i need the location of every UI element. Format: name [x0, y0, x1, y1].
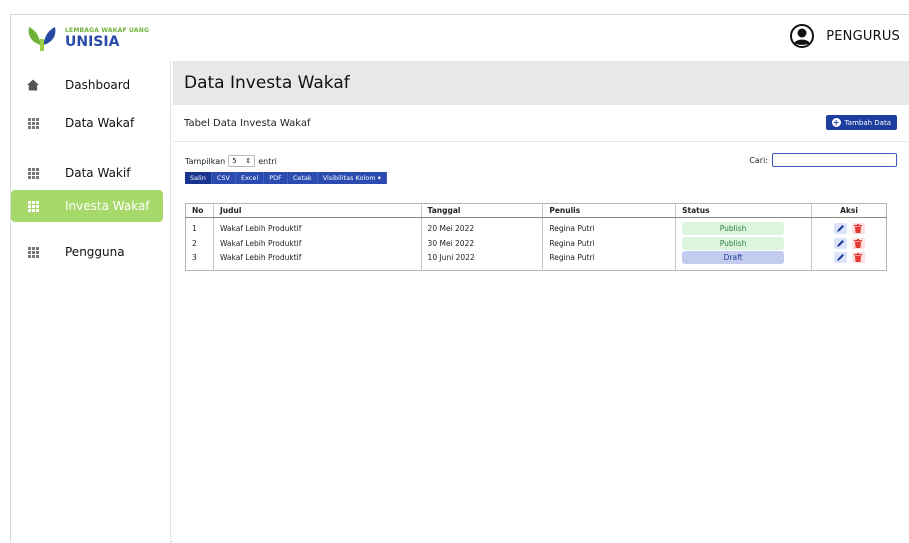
divider: [173, 141, 909, 142]
user-avatar-icon: [790, 24, 815, 48]
cell-penulis: Regina Putri: [542, 217, 676, 235]
status-badge: Draft: [682, 251, 785, 264]
cell-status: Draft: [675, 251, 812, 271]
cell-judul: Wakaf Lebih Produktif: [212, 251, 422, 271]
table-header-row: No Judul Tanggal Penulis Status Aksi: [185, 203, 887, 218]
user-menu[interactable]: PENGURUS: [790, 24, 900, 48]
grid-icon: [27, 117, 39, 129]
edit-button[interactable]: [833, 252, 847, 263]
cell-no: 2: [192, 238, 197, 248]
column-header-judul[interactable]: Judul: [212, 203, 422, 218]
table-card: Tabel Data Investa Wakaf + Tambah Data T…: [173, 105, 909, 543]
edit-button[interactable]: [833, 237, 847, 249]
excel-button[interactable]: Excel: [235, 172, 265, 184]
sidebar: Dashboard Data Wakaf Data Wakif Investa …: [11, 61, 171, 543]
cell-tanggal: 10 Juni 2022: [420, 251, 543, 271]
page-length-select[interactable]: 5 ⇕: [228, 155, 256, 167]
card-title: Tabel Data Investa Wakaf: [184, 118, 311, 129]
search-control: Cari:: [749, 153, 897, 167]
status-badge: Publish: [682, 222, 785, 235]
sidebar-item-investa-wakaf[interactable]: Investa Wakaf: [11, 190, 163, 222]
grid-icon: [27, 167, 39, 179]
cell-penulis: Regina Putri: [542, 235, 676, 251]
cell-judul: Wakaf Lebih Produktif: [212, 217, 422, 235]
sidebar-item-label: Dashboard: [65, 78, 131, 92]
search-label: Cari:: [749, 155, 768, 165]
entries-label: entri: [258, 156, 277, 166]
grid-icon: [27, 200, 39, 212]
cell-aksi: [811, 235, 887, 251]
sidebar-item-label: Data Wakaf: [65, 116, 135, 130]
page-title: Data Investa Wakaf: [184, 73, 350, 93]
sidebar-item-data-wakif[interactable]: Data Wakif: [11, 157, 163, 189]
page-length-control: Tampilkan 5 ⇕ entri: [185, 155, 277, 167]
delete-button[interactable]: [851, 237, 865, 249]
plus-icon: +: [831, 118, 841, 127]
pencil-icon: [836, 239, 844, 247]
page-length-value: 5: [232, 157, 237, 165]
status-badge: Publish: [682, 236, 785, 250]
add-data-label: Tambah Data: [844, 118, 891, 127]
brand-logo[interactable]: LEMBAGA WAKAF UANG UNISIA: [25, 23, 149, 53]
delete-button[interactable]: [851, 223, 865, 234]
column-header-aksi[interactable]: Aksi: [811, 203, 887, 218]
column-header-no[interactable]: No: [185, 203, 214, 218]
export-buttons: Salin CSV Excel PDF Cetak Visibilitas Ko…: [185, 172, 387, 184]
cell-no: 3: [192, 253, 197, 262]
main-content: Data Investa Wakaf Tabel Data Investa Wa…: [173, 61, 909, 543]
show-label: Tampilkan: [185, 156, 226, 166]
column-header-status[interactable]: Status: [675, 203, 812, 218]
column-header-penulis[interactable]: Penulis: [542, 203, 676, 218]
trash-icon: [854, 224, 863, 233]
cell-no: 1: [192, 224, 197, 233]
cell-status: Publish: [675, 217, 812, 235]
page-header: Data Investa Wakaf: [173, 61, 909, 105]
cell-penulis: Regina Putri: [542, 251, 676, 271]
grid-icon: [27, 246, 39, 258]
sidebar-item-pengguna[interactable]: Pengguna: [11, 236, 163, 268]
logo-icon: [25, 23, 59, 53]
csv-button[interactable]: CSV: [211, 172, 236, 184]
cell-aksi: [811, 217, 887, 235]
home-icon: [27, 79, 39, 91]
sidebar-item-label: Investa Wakaf: [65, 199, 150, 213]
add-data-button[interactable]: + Tambah Data: [825, 115, 897, 130]
sidebar-item-label: Pengguna: [65, 245, 125, 259]
table-row: 1 Wakaf Lebih Produktif 20 Mei 2022 Regi…: [186, 217, 887, 235]
sidebar-item-dashboard[interactable]: Dashboard: [11, 69, 163, 101]
trash-icon: [854, 238, 863, 248]
cell-tanggal: 20 Mei 2022: [420, 217, 543, 235]
table-row: 2 Wakaf Lebih Produktif 30 Mei 2022 Regi…: [186, 235, 887, 251]
search-input[interactable]: [772, 153, 897, 167]
delete-button[interactable]: [851, 252, 865, 263]
cell-status: Publish: [675, 235, 812, 251]
cell-tanggal: 30 Mei 2022: [420, 235, 543, 251]
sidebar-item-label: Data Wakif: [65, 166, 131, 180]
cell-judul: Wakaf Lebih Produktif: [212, 235, 422, 251]
pencil-icon: [836, 254, 844, 261]
print-button[interactable]: Cetak: [287, 172, 318, 184]
cell-aksi: [811, 251, 887, 271]
sidebar-item-data-wakaf[interactable]: Data Wakaf: [11, 107, 163, 139]
user-name: PENGURUS: [826, 28, 900, 44]
pencil-icon: [836, 225, 844, 232]
data-table: No Judul Tanggal Penulis Status Aksi 1 W…: [185, 203, 887, 271]
app-window: LEMBAGA WAKAF UANG UNISIA PENGURUS Dashb…: [10, 14, 909, 543]
table-row: 3 Wakaf Lebih Produktif 10 Juni 2022 Reg…: [186, 251, 887, 271]
pdf-button[interactable]: PDF: [264, 172, 288, 184]
edit-button[interactable]: [833, 223, 847, 234]
copy-button[interactable]: Salin: [185, 172, 212, 184]
column-header-tanggal[interactable]: Tanggal: [420, 203, 543, 218]
sort-arrows-icon: ⇕: [245, 157, 252, 165]
column-visibility-button[interactable]: Visibilitas Kolom ▾: [317, 172, 387, 184]
brand-name: UNISIA: [65, 34, 120, 50]
trash-icon: [854, 253, 863, 262]
top-bar: LEMBAGA WAKAF UANG UNISIA PENGURUS: [11, 15, 909, 61]
